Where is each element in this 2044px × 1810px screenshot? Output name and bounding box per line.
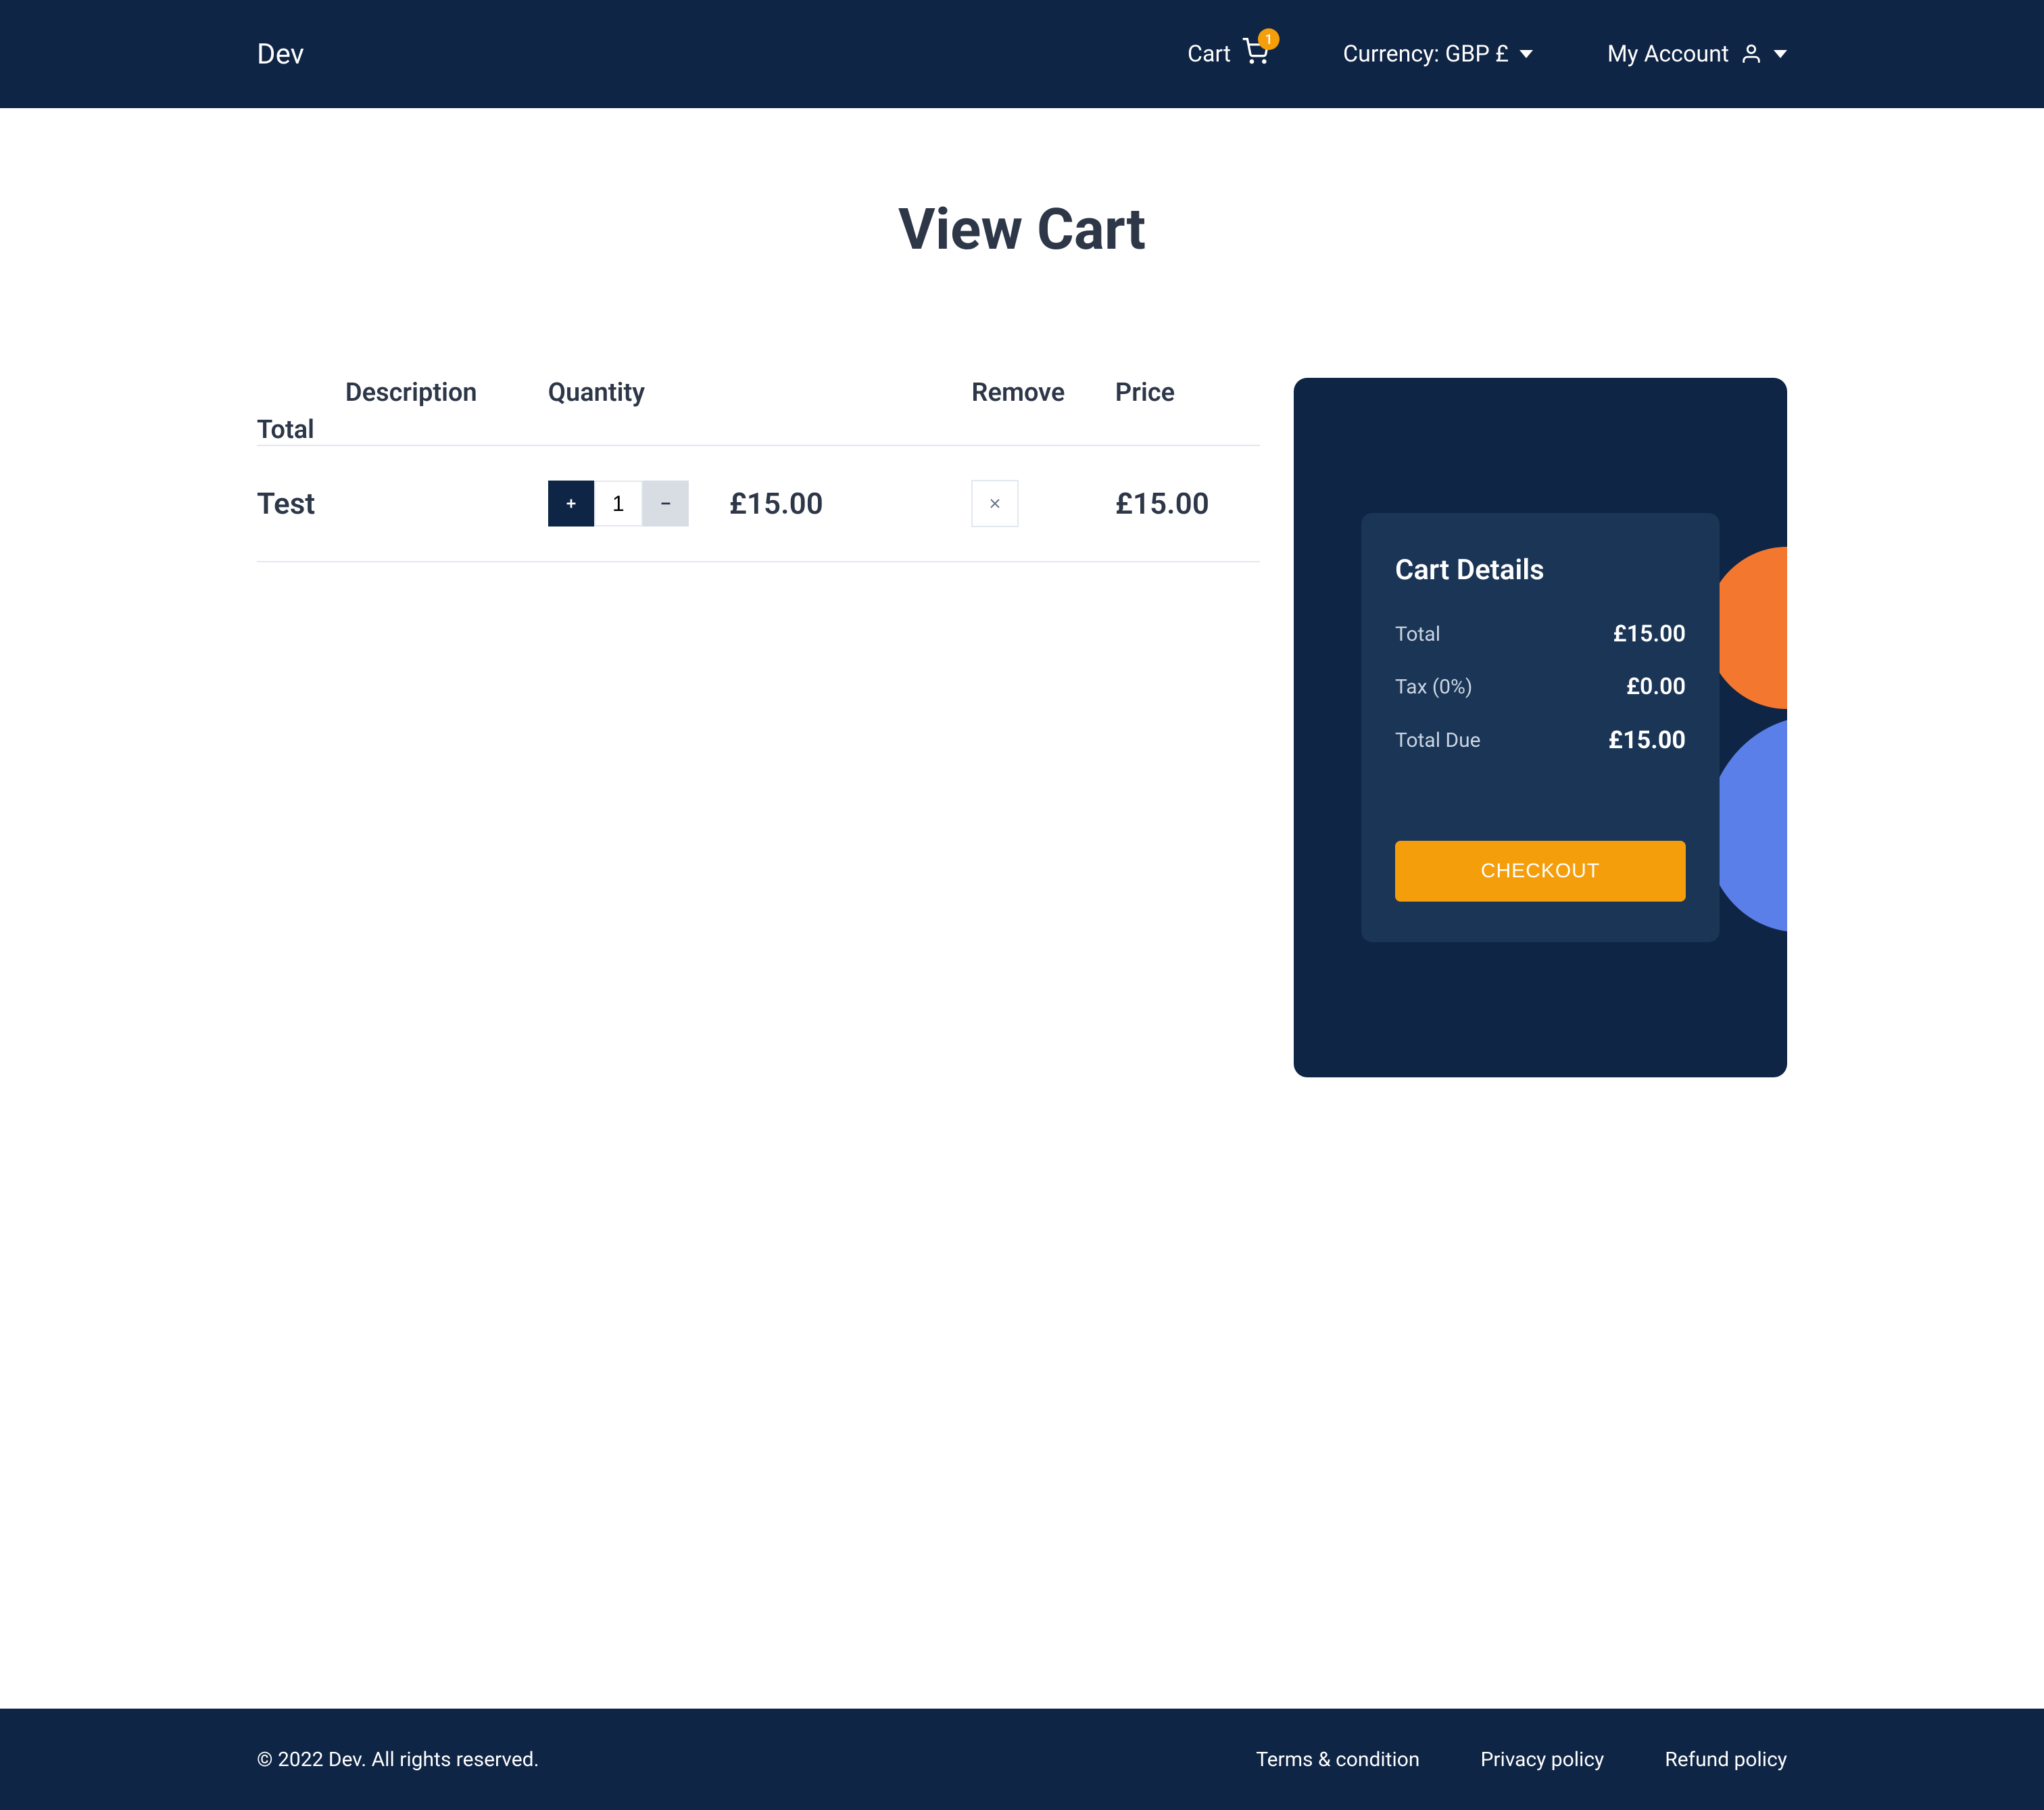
qty-increase-button[interactable] — [548, 481, 594, 527]
summary-total-label: Total — [1395, 622, 1440, 646]
chevron-down-icon — [1519, 50, 1533, 58]
cart-details-box: Cart Details Total £15.00 Tax (0%) £0.00… — [1361, 513, 1720, 942]
qty-decrease-button[interactable] — [643, 481, 689, 527]
item-description: Test — [257, 445, 548, 562]
content-wrap: Total Description Quantity Remove Price … — [257, 378, 1787, 1077]
terms-link[interactable]: Terms & condition — [1256, 1748, 1419, 1771]
main-header: Dev Cart 1 Currency: GBP £ My Account — [0, 0, 2044, 108]
item-line-total: £15.00 — [729, 486, 823, 521]
privacy-link[interactable]: Privacy policy — [1480, 1748, 1604, 1771]
item-remove-cell — [971, 445, 1115, 562]
quantity-stepper — [548, 481, 689, 527]
footer-links: Terms & condition Privacy policy Refund … — [1256, 1748, 1787, 1771]
chevron-down-icon — [1774, 50, 1787, 58]
currency-dropdown[interactable]: Currency: GBP £ — [1343, 41, 1533, 68]
col-description: Description — [345, 378, 548, 445]
item-price: £15.00 — [1115, 445, 1260, 562]
summary-total-row: Total £15.00 — [1395, 620, 1686, 647]
table-header-row: Total Description Quantity Remove Price — [257, 378, 1260, 445]
summary-due-row: Total Due £15.00 — [1395, 726, 1686, 754]
summary-due-value: £15.00 — [1609, 726, 1686, 754]
item-quantity-cell: £15.00 — [548, 445, 972, 562]
cart-details-panel: Cart Details Total £15.00 Tax (0%) £0.00… — [1294, 378, 1787, 1077]
close-icon — [987, 495, 1003, 512]
summary-total-value: £15.00 — [1613, 620, 1686, 647]
account-label: My Account — [1607, 41, 1729, 68]
account-dropdown[interactable]: My Account — [1607, 41, 1787, 68]
refund-link[interactable]: Refund policy — [1665, 1748, 1787, 1771]
summary-tax-value: £0.00 — [1626, 673, 1686, 700]
summary-due-label: Total Due — [1395, 729, 1481, 752]
user-icon — [1740, 43, 1763, 66]
currency-label: Currency: GBP £ — [1343, 41, 1509, 68]
cart-table: Total Description Quantity Remove Price … — [257, 378, 1260, 562]
col-price: Price — [1115, 378, 1260, 445]
col-total: Total — [257, 378, 345, 445]
table-row: Test — [257, 445, 1260, 562]
checkout-button[interactable]: CHECKOUT — [1395, 841, 1686, 902]
page-title: View Cart — [257, 196, 1787, 263]
plus-icon — [564, 496, 579, 511]
copyright: © 2022 Dev. All rights reserved. — [257, 1748, 539, 1771]
cart-label: Cart — [1188, 41, 1231, 68]
cart-table-wrap: Total Description Quantity Remove Price … — [257, 378, 1260, 562]
header-nav: Cart 1 Currency: GBP £ My Account — [1188, 38, 1787, 71]
cart-badge: 1 — [1258, 28, 1280, 50]
summary-tax-label: Tax (0%) — [1395, 675, 1472, 699]
qty-input[interactable] — [594, 481, 643, 527]
main-footer: © 2022 Dev. All rights reserved. Terms &… — [0, 1709, 2044, 1810]
remove-button[interactable] — [971, 480, 1019, 527]
minus-icon — [658, 496, 673, 511]
main-content: View Cart Total Description Quantity Rem… — [0, 196, 2044, 1472]
cart-details-title: Cart Details — [1395, 554, 1686, 587]
col-remove: Remove — [971, 378, 1115, 445]
cart-link[interactable]: Cart 1 — [1188, 38, 1269, 71]
cart-icon-wrap: 1 — [1242, 38, 1269, 71]
col-quantity: Quantity — [548, 378, 972, 445]
logo[interactable]: Dev — [257, 38, 304, 71]
summary-tax-row: Tax (0%) £0.00 — [1395, 673, 1686, 700]
